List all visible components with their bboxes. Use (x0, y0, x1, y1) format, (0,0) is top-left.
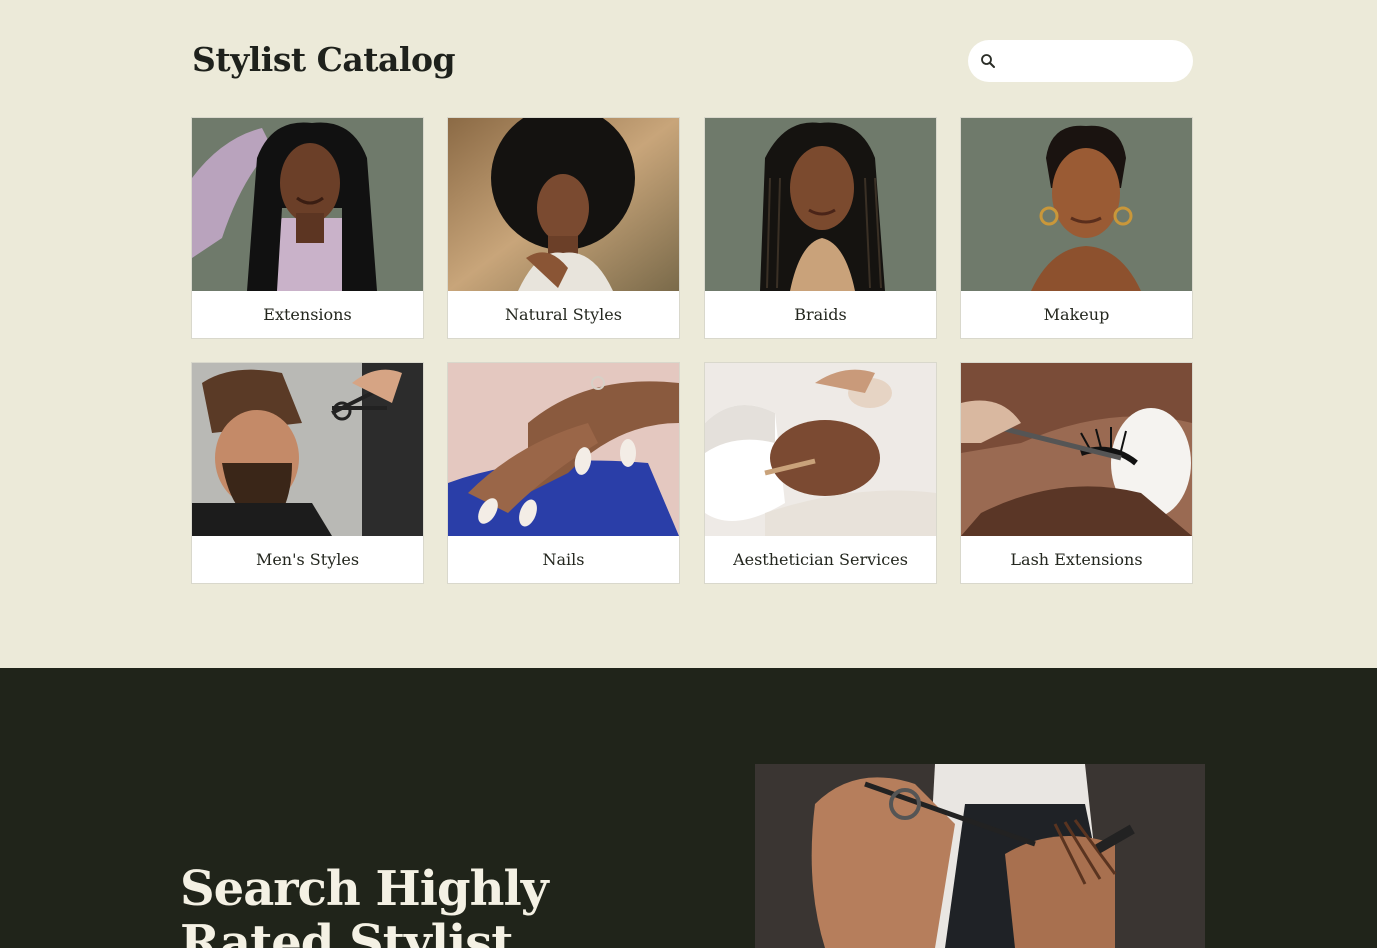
braids-photo (705, 118, 936, 291)
category-card-natural-styles[interactable]: Natural Styles (447, 117, 680, 339)
category-card-extensions[interactable]: Extensions (191, 117, 424, 339)
catalog-section: Stylist Catalog Extensions Natural Style… (0, 0, 1377, 668)
search-icon (981, 54, 995, 68)
category-label: Extensions (263, 305, 352, 324)
category-card-braids[interactable]: Braids (704, 117, 937, 339)
extensions-photo (192, 118, 423, 291)
category-card-lash-extensions[interactable]: Lash Extensions (960, 362, 1193, 584)
category-label: Natural Styles (505, 305, 622, 324)
hero-title: Search Highly Rated Stylist (180, 861, 549, 948)
category-card-nails[interactable]: Nails (447, 362, 680, 584)
category-card-makeup[interactable]: Makeup (960, 117, 1193, 339)
natural-styles-photo (448, 118, 679, 291)
category-label: Men's Styles (255, 550, 360, 569)
search-input[interactable] (1004, 46, 1179, 76)
page-title: Stylist Catalog (192, 40, 456, 79)
category-label: Braids (794, 305, 847, 324)
stylist-cutting-hair-photo (755, 764, 1205, 948)
category-card-mens-styles[interactable]: Men's Styles (191, 362, 424, 584)
nails-photo (448, 363, 679, 536)
category-label: Nails (542, 550, 585, 569)
makeup-photo (961, 118, 1192, 291)
search-box[interactable] (968, 40, 1193, 82)
category-card-aesthetician-services[interactable]: Aesthetician Services (704, 362, 937, 584)
mens-styles-photo (192, 363, 423, 536)
category-label: Lash Extensions (1010, 550, 1143, 569)
hero-section: Search Highly Rated Stylist (0, 668, 1377, 948)
category-label: Aesthetician Services (733, 550, 908, 569)
lash-extensions-photo (961, 363, 1192, 536)
category-label: Makeup (1043, 305, 1110, 324)
aesthetician-services-photo (705, 363, 936, 536)
